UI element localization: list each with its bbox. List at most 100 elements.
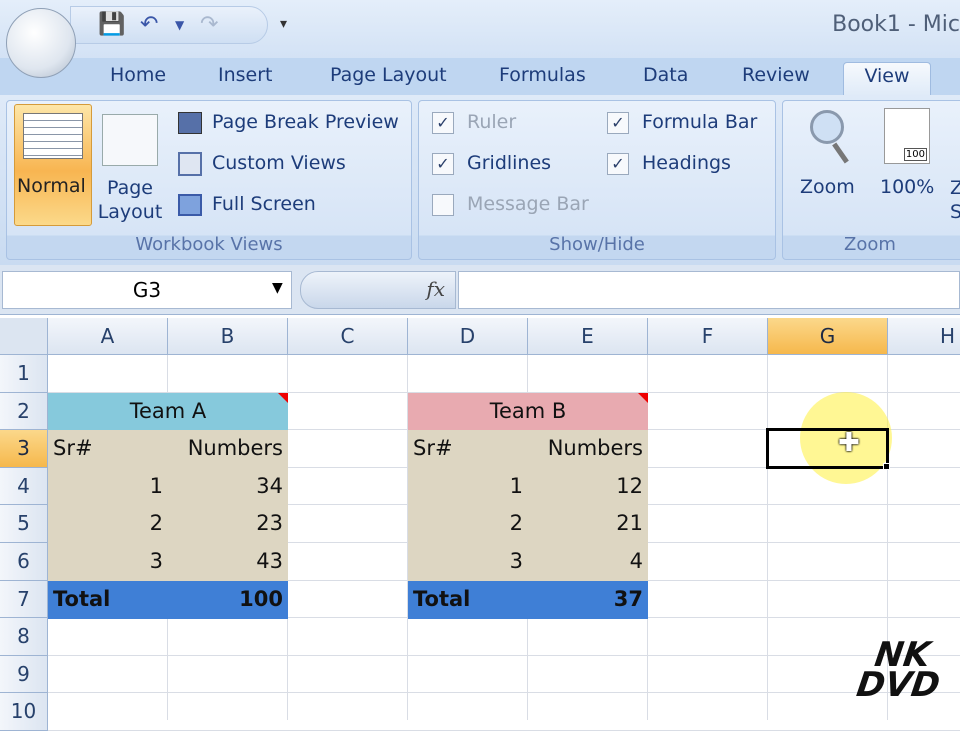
- gridline: [767, 355, 768, 720]
- formula-tools: fx: [300, 271, 456, 309]
- row-header-7[interactable]: 7: [0, 580, 48, 619]
- group-label: Workbook Views: [135, 234, 283, 255]
- row-header-2[interactable]: 2: [0, 392, 48, 431]
- gridline: [48, 692, 960, 693]
- window-title: Book1 - Mic: [832, 12, 960, 37]
- cell-cursor-icon: ✚: [838, 428, 860, 458]
- name-box[interactable]: G3: [2, 271, 292, 309]
- group-label: Show/Hide: [549, 234, 645, 255]
- ruler-label: Ruler: [467, 111, 517, 133]
- normal-view-button[interactable]: Normal: [14, 104, 92, 226]
- row-header-9[interactable]: 9: [0, 655, 48, 694]
- tab-page-layout[interactable]: Page Layout: [320, 62, 457, 96]
- data-cell-number[interactable]: 34: [168, 468, 288, 506]
- tab-review[interactable]: Review: [732, 62, 820, 96]
- page-layout-label-1: Page: [107, 177, 153, 199]
- zoom-sel-label-2: S: [950, 201, 960, 223]
- column-header-c[interactable]: C: [288, 318, 408, 355]
- group-label: Zoom: [844, 234, 896, 255]
- column-header-b[interactable]: B: [168, 318, 288, 355]
- normal-label: Normal: [17, 175, 86, 197]
- header-cell-numbers[interactable]: Numbers: [168, 430, 288, 468]
- ruler-checkbox[interactable]: ✓: [432, 112, 454, 134]
- message-bar-label: Message Bar: [467, 193, 589, 215]
- page-layout-icon[interactable]: [102, 114, 158, 166]
- data-cell-sr[interactable]: 1: [48, 468, 168, 506]
- comment-indicator-icon: [278, 393, 288, 403]
- column-header-d[interactable]: D: [408, 318, 528, 355]
- column-header-h[interactable]: H: [888, 318, 960, 355]
- header-cell-sr[interactable]: Sr#: [408, 430, 528, 468]
- tab-data[interactable]: Data: [633, 62, 698, 96]
- total-label-cell[interactable]: Total: [48, 581, 168, 619]
- gridline: [48, 655, 960, 656]
- redo-icon[interactable]: ↷: [200, 12, 218, 37]
- zoom-to-selection-button[interactable]: ZS: [950, 176, 960, 224]
- insert-function-icon[interactable]: fx: [426, 277, 445, 301]
- data-cell-number[interactable]: 12: [528, 468, 648, 506]
- header-cell-numbers[interactable]: Numbers: [528, 430, 648, 468]
- data-cell-sr[interactable]: 1: [408, 468, 528, 506]
- header-cell-sr[interactable]: Sr#: [48, 430, 168, 468]
- undo-icon[interactable]: ↶: [140, 12, 158, 37]
- hundred-percent-icon: 100: [884, 108, 930, 164]
- data-cell-number[interactable]: 21: [528, 505, 648, 543]
- row-header-8[interactable]: 8: [0, 618, 48, 656]
- full-screen-button[interactable]: Full Screen: [212, 193, 316, 215]
- data-cell-number[interactable]: 23: [168, 505, 288, 543]
- select-all-button[interactable]: [0, 318, 48, 355]
- zoom-sel-label-1: Z: [950, 177, 960, 199]
- total-value-cell[interactable]: 100: [168, 581, 288, 619]
- row-header-1[interactable]: 1: [0, 355, 48, 393]
- data-cell-sr[interactable]: 3: [408, 543, 528, 581]
- total-value-cell[interactable]: 37: [528, 581, 648, 619]
- tab-insert[interactable]: Insert: [208, 62, 283, 96]
- row-header-5[interactable]: 5: [0, 505, 48, 543]
- row-header-3[interactable]: 3: [0, 430, 48, 468]
- row-header-4[interactable]: 4: [0, 467, 48, 506]
- message-bar-checkbox[interactable]: [432, 194, 454, 216]
- page-layout-label-2: Layout: [97, 201, 163, 223]
- headings-checkbox[interactable]: ✓: [607, 153, 629, 175]
- page-break-icon: [178, 112, 202, 134]
- formula-bar-checkbox[interactable]: ✓: [607, 112, 629, 134]
- zoom-magnifier-icon: [810, 110, 844, 144]
- column-header-f[interactable]: F: [648, 318, 768, 355]
- headings-label: Headings: [642, 152, 731, 174]
- zoom-100-button[interactable]: 100%: [880, 176, 934, 198]
- total-label-cell[interactable]: Total: [408, 581, 528, 619]
- full-screen-icon: [178, 194, 202, 216]
- data-cell-sr[interactable]: 3: [48, 543, 168, 581]
- data-cell-sr[interactable]: 2: [408, 505, 528, 543]
- column-header-g[interactable]: G: [768, 318, 888, 355]
- gridlines-checkbox[interactable]: ✓: [432, 153, 454, 175]
- save-icon[interactable]: 💾: [98, 12, 125, 37]
- active-cell-g3[interactable]: [766, 428, 889, 469]
- page-break-preview-button[interactable]: Page Break Preview: [212, 111, 399, 133]
- row-header-10[interactable]: 10: [0, 693, 48, 731]
- tab-formulas[interactable]: Formulas: [489, 62, 596, 96]
- undo-dropdown-icon[interactable]: ▼: [175, 18, 184, 32]
- nk-dvd-watermark: NK DVD: [854, 635, 943, 705]
- data-cell-sr[interactable]: 2: [48, 505, 168, 543]
- custom-views-button[interactable]: Custom Views: [212, 152, 346, 174]
- team-b-title-cell[interactable]: Team B: [408, 393, 648, 431]
- customize-qat-icon[interactable]: ▾: [280, 16, 287, 32]
- column-header-e[interactable]: E: [528, 318, 648, 355]
- grid-icon: [23, 113, 83, 159]
- zoom-button[interactable]: Zoom: [800, 176, 855, 198]
- gridlines-label: Gridlines: [467, 152, 552, 174]
- comment-indicator-icon: [638, 393, 648, 403]
- formula-bar-label: Formula Bar: [642, 111, 758, 133]
- formula-input[interactable]: [458, 271, 960, 309]
- column-header-a[interactable]: A: [48, 318, 168, 355]
- row-header-6[interactable]: 6: [0, 543, 48, 581]
- tab-home[interactable]: Home: [100, 62, 176, 96]
- team-a-title-cell[interactable]: Team A: [48, 393, 288, 431]
- office-button[interactable]: [6, 8, 76, 78]
- data-cell-number[interactable]: 4: [528, 543, 648, 581]
- fill-handle[interactable]: [883, 463, 890, 470]
- name-box-dropdown-icon[interactable]: ▼: [272, 280, 283, 296]
- data-cell-number[interactable]: 43: [168, 543, 288, 581]
- page-layout-button[interactable]: Page Layout: [96, 176, 164, 224]
